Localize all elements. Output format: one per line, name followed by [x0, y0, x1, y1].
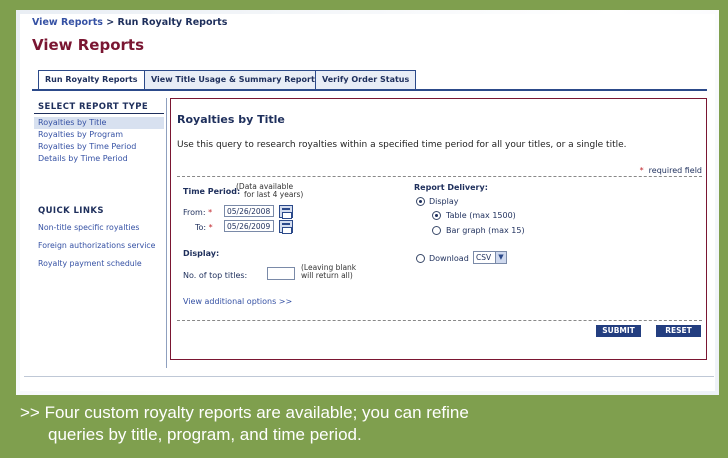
- report-type-details-by-time-period[interactable]: Details by Time Period: [34, 153, 164, 165]
- required-star: *: [639, 166, 644, 175]
- download-format-select[interactable]: CSV ▼: [473, 251, 507, 264]
- download-option-label: Download: [429, 254, 469, 263]
- bar-graph-option-label: Bar graph (max 15): [446, 226, 525, 235]
- to-date-input[interactable]: 05/26/2009: [224, 220, 274, 232]
- from-label: From: *: [183, 208, 213, 217]
- display-radio[interactable]: [416, 197, 425, 206]
- download-radio[interactable]: [416, 254, 425, 263]
- table-option-label: Table (max 1500): [446, 211, 516, 220]
- display-label: Display:: [183, 249, 220, 258]
- required-note: * required field: [640, 166, 702, 175]
- quick-link-payment-schedule[interactable]: Royalty payment schedule: [34, 256, 164, 274]
- chevron-down-icon: ▼: [495, 252, 506, 263]
- bar-graph-radio[interactable]: [432, 226, 441, 235]
- quick-link-foreign-authorizations[interactable]: Foreign authorizations service: [34, 238, 164, 256]
- report-type-royalties-by-time-period[interactable]: Royalties by Time Period: [34, 141, 164, 153]
- page-title: View Reports: [32, 36, 145, 54]
- from-date-input[interactable]: 05/26/2008: [224, 205, 274, 217]
- quick-link-non-title[interactable]: Non-title specific royalties: [34, 220, 164, 238]
- report-type-heading: SELECT REPORT TYPE: [34, 102, 164, 114]
- tab-underline: [32, 89, 707, 91]
- report-delivery-label: Report Delivery:: [414, 183, 488, 192]
- breadcrumb-current: Run Royalty Reports: [117, 17, 228, 28]
- panel-description: Use this query to research royalties wit…: [177, 140, 627, 150]
- report-page: View Reports > Run Royalty Reports View …: [20, 14, 715, 391]
- report-type-royalties-by-program[interactable]: Royalties by Program: [34, 129, 164, 141]
- tab-verify-order-status[interactable]: Verify Order Status: [315, 70, 417, 89]
- to-label: To: *: [195, 223, 213, 232]
- report-type-royalties-by-title[interactable]: Royalties by Title: [34, 117, 164, 129]
- quick-links: QUICK LINKS Non-title specific royalties…: [34, 206, 164, 274]
- caption-line-2: queries by title, program, and time peri…: [48, 425, 362, 444]
- download-format-value: CSV: [476, 253, 492, 262]
- caption: >> Four custom royalty reports are avail…: [20, 402, 710, 446]
- submit-button[interactable]: SUBMIT: [596, 325, 641, 337]
- table-radio[interactable]: [432, 211, 441, 220]
- form-top-divider: [177, 176, 702, 177]
- quick-links-heading: QUICK LINKS: [38, 206, 104, 216]
- tab-run-royalty-reports[interactable]: Run Royalty Reports: [38, 70, 145, 90]
- required-text: required field: [648, 166, 702, 175]
- footer-divider: [24, 376, 714, 377]
- report-type-menu: SELECT REPORT TYPE Royalties by Title Ro…: [34, 102, 164, 165]
- top-titles-label: No. of top titles:: [183, 271, 248, 280]
- reset-button[interactable]: RESET: [656, 325, 701, 337]
- time-period-label: Time Period:: [183, 187, 241, 196]
- screenshot-frame: View Reports > Run Royalty Reports View …: [16, 10, 719, 395]
- tab-view-title-usage[interactable]: View Title Usage & Summary Reports: [144, 70, 327, 89]
- breadcrumb-view-reports[interactable]: View Reports: [32, 17, 103, 28]
- panel-title: Royalties by Title: [177, 113, 285, 126]
- caption-line-1: >> Four custom royalty reports are avail…: [20, 403, 469, 422]
- display-option-label: Display: [429, 197, 459, 206]
- top-titles-note-2: will return all): [301, 271, 353, 280]
- breadcrumb: View Reports > Run Royalty Reports: [32, 17, 227, 28]
- query-panel: Royalties by Title Use this query to res…: [170, 98, 707, 360]
- to-calendar-icon[interactable]: [279, 220, 293, 234]
- view-additional-options-link[interactable]: View additional options >>: [183, 297, 292, 306]
- sidebar-divider: [166, 98, 167, 368]
- breadcrumb-separator: >: [102, 17, 118, 28]
- from-calendar-icon[interactable]: [279, 205, 293, 219]
- form-bottom-divider: [177, 320, 702, 321]
- top-titles-input[interactable]: [267, 267, 295, 280]
- time-period-note-2: for last 4 years): [244, 190, 304, 199]
